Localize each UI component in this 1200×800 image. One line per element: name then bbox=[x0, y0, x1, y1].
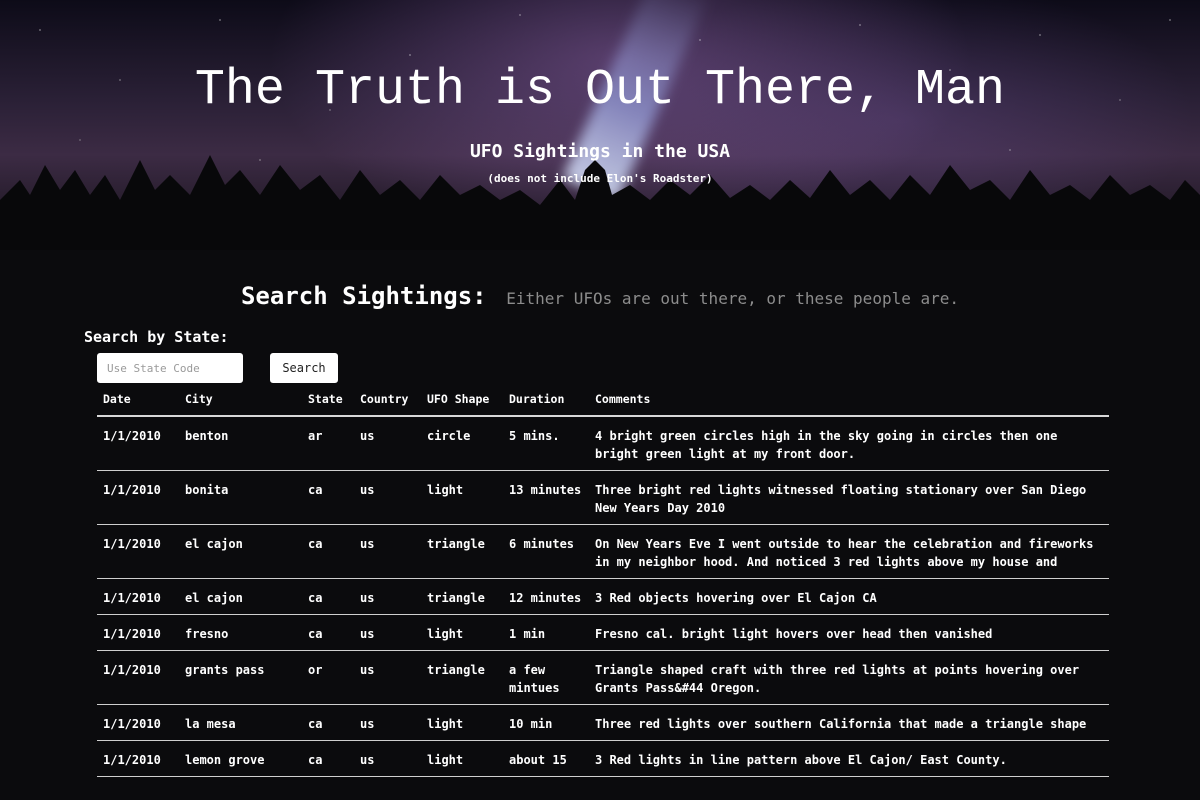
cell-comments: Triangle shaped craft with three red lig… bbox=[589, 650, 1109, 705]
cell-duration: 13 minutes bbox=[503, 470, 589, 525]
cell-country: us bbox=[354, 704, 421, 741]
table-header-row: Date City State Country UFO Shape Durati… bbox=[97, 385, 1109, 417]
column-header-city: City bbox=[179, 385, 302, 417]
cell-duration: 6 minutes bbox=[503, 524, 589, 579]
cell-shape: triangle bbox=[421, 650, 503, 705]
cell-shape: light bbox=[421, 470, 503, 525]
cell-state: ca bbox=[302, 470, 354, 525]
cell-state: ca bbox=[302, 740, 354, 777]
cell-shape: triangle bbox=[421, 578, 503, 615]
cell-city: grants pass bbox=[179, 650, 302, 705]
cell-date: 1/1/2010 bbox=[97, 416, 179, 471]
cell-city: el cajon bbox=[179, 524, 302, 579]
cell-city: el cajon bbox=[179, 578, 302, 615]
cell-comments: 4 bright green circles high in the sky g… bbox=[589, 416, 1109, 471]
table-row: 1/1/2010 benton ar us circle 5 mins. 4 b… bbox=[97, 416, 1109, 471]
sightings-table: Date City State Country UFO Shape Durati… bbox=[97, 385, 1109, 777]
table-row: 1/1/2010 grants pass or us triangle a fe… bbox=[97, 650, 1109, 705]
column-header-ufo-shape: UFO Shape bbox=[421, 385, 503, 417]
cell-state: ca bbox=[302, 578, 354, 615]
column-header-duration: Duration bbox=[503, 385, 589, 417]
cell-city: la mesa bbox=[179, 704, 302, 741]
cell-country: us bbox=[354, 614, 421, 651]
subtitle-note: (does not include Elon's Roadster) bbox=[487, 172, 713, 185]
search-heading: Search Sightings: Either UFOs are out th… bbox=[0, 282, 1200, 310]
cell-date: 1/1/2010 bbox=[97, 578, 179, 615]
cell-duration: 10 min bbox=[503, 704, 589, 741]
cell-country: us bbox=[354, 524, 421, 579]
cell-date: 1/1/2010 bbox=[97, 614, 179, 651]
cell-date: 1/1/2010 bbox=[97, 740, 179, 777]
cell-comments: Fresno cal. bright light hovers over hea… bbox=[589, 614, 1109, 651]
cell-shape: triangle bbox=[421, 524, 503, 579]
cell-date: 1/1/2010 bbox=[97, 524, 179, 579]
cell-duration: 5 mins. bbox=[503, 416, 589, 471]
cell-state: or bbox=[302, 650, 354, 705]
cell-duration: a few mintues bbox=[503, 650, 589, 705]
cell-country: us bbox=[354, 650, 421, 705]
cell-state: ca bbox=[302, 524, 354, 579]
column-header-state: State bbox=[302, 385, 354, 417]
table-row: 1/1/2010 el cajon ca us triangle 6 minut… bbox=[97, 524, 1109, 579]
search-tagline: Either UFOs are out there, or these peop… bbox=[506, 289, 960, 308]
cell-comments: 3 Red objects hovering over El Cajon CA bbox=[589, 578, 1109, 615]
cell-duration: 12 minutes bbox=[503, 578, 589, 615]
cell-date: 1/1/2010 bbox=[97, 470, 179, 525]
cell-state: ca bbox=[302, 614, 354, 651]
column-header-date: Date bbox=[97, 385, 179, 417]
column-header-comments: Comments bbox=[589, 385, 1109, 417]
table-row: 1/1/2010 la mesa ca us light 10 min Thre… bbox=[97, 704, 1109, 741]
cell-shape: circle bbox=[421, 416, 503, 471]
table-row: 1/1/2010 fresno ca us light 1 min Fresno… bbox=[97, 614, 1109, 651]
cell-date: 1/1/2010 bbox=[97, 704, 179, 741]
page-subtitle: UFO Sightings in the USA bbox=[469, 141, 731, 162]
state-code-input[interactable] bbox=[97, 353, 243, 383]
table-row: 1/1/2010 lemon grove ca us light about 1… bbox=[97, 740, 1109, 777]
cell-country: us bbox=[354, 740, 421, 777]
cell-shape: light bbox=[421, 740, 503, 777]
cell-country: us bbox=[354, 416, 421, 471]
cell-shape: light bbox=[421, 704, 503, 741]
cell-city: benton bbox=[179, 416, 302, 471]
cell-duration: 1 min bbox=[503, 614, 589, 651]
column-header-country: Country bbox=[354, 385, 421, 417]
cell-country: us bbox=[354, 470, 421, 525]
page-title: The Truth is Out There, Man bbox=[194, 62, 1006, 119]
cell-duration: about 15 bbox=[503, 740, 589, 777]
cell-date: 1/1/2010 bbox=[97, 650, 179, 705]
cell-city: fresno bbox=[179, 614, 302, 651]
cell-state: ar bbox=[302, 416, 354, 471]
table-row: 1/1/2010 bonita ca us light 13 minutes T… bbox=[97, 470, 1109, 525]
cell-state: ca bbox=[302, 704, 354, 741]
search-button[interactable]: Search bbox=[270, 353, 338, 383]
cell-shape: light bbox=[421, 614, 503, 651]
cell-comments: Three red lights over southern Californi… bbox=[589, 704, 1109, 741]
cell-country: us bbox=[354, 578, 421, 615]
cell-city: lemon grove bbox=[179, 740, 302, 777]
cell-comments: Three bright red lights witnessed floati… bbox=[589, 470, 1109, 525]
state-search-label: Search by State: bbox=[84, 328, 229, 346]
search-heading-title: Search Sightings: bbox=[240, 282, 487, 310]
table-row: 1/1/2010 el cajon ca us triangle 12 minu… bbox=[97, 578, 1109, 615]
hero-banner: The Truth is Out There, Man UFO Sighting… bbox=[0, 0, 1200, 250]
cell-comments: On New Years Eve I went outside to hear … bbox=[589, 524, 1109, 579]
cell-comments: 3 Red lights in line pattern above El Ca… bbox=[589, 740, 1109, 777]
cell-city: bonita bbox=[179, 470, 302, 525]
